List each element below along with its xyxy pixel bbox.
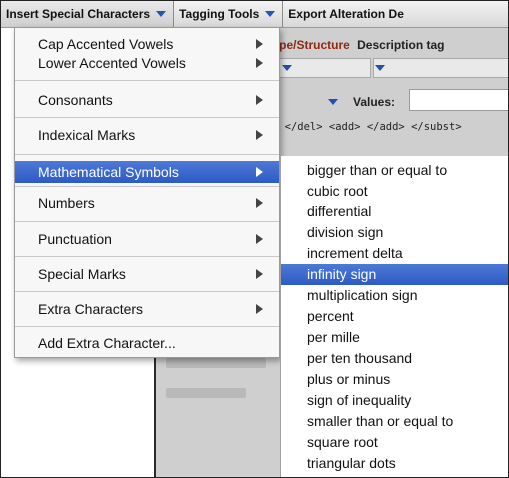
menu-divider [15,154,279,155]
menu-divider [15,221,279,222]
submenu-item-division-sign[interactable]: division sign [281,222,508,243]
submenu-item-multiplication-sign[interactable]: multiplication sign [281,285,508,306]
insert-special-characters-menu: Cap Accented Vowels Lower Accented Vowel… [14,27,280,358]
submenu-item-differential[interactable]: differential [281,201,508,222]
chevron-right-icon [256,95,263,105]
app-window: Insert Special Characters Tagging Tools … [0,0,509,478]
menu-item-label: Indexical Marks [38,127,136,143]
menu-divider [15,326,279,327]
submenu-item-square-root[interactable]: square root [281,432,508,453]
menu-item-indexical-marks[interactable]: Indexical Marks [15,124,279,146]
submenu-item-plus-or-minus[interactable]: plus or minus [281,369,508,390]
menu-item-label: Numbers [38,195,95,211]
menu-item-lower-accented-vowels[interactable]: Lower Accented Vowels [15,52,279,74]
menu-divider [15,256,279,257]
menu-item-consonants[interactable]: Consonants [15,89,279,111]
values-input[interactable] [409,89,508,111]
menu-label: Insert Special Characters [6,7,151,21]
menu-item-label: Punctuation [38,231,112,247]
chevron-right-icon [256,269,263,279]
menu-label: Export Alteration De [288,7,404,21]
menu-item-extra-characters[interactable]: Extra Characters [15,298,279,320]
menu-divider [15,186,279,187]
menu-item-label: Cap Accented Vowels [38,36,174,52]
submenu-item-cubic-root[interactable]: cubic root [281,181,508,202]
menu-item-label: Add Extra Character... [38,335,176,351]
submenu-item-per-mille[interactable]: per mille [281,327,508,348]
chevron-right-icon [256,304,263,314]
submenu-item-smaller-than-or-equal-to[interactable]: smaller than or equal to [281,411,508,432]
menu-item-numbers[interactable]: Numbers [15,192,279,214]
chevron-right-icon [256,58,263,68]
description-select[interactable] [373,58,508,78]
xml-snippet: > </del> <add> </add> </subst> [272,121,462,133]
submenu-item-bigger-than-or-equal-to[interactable]: bigger than or equal to [281,160,508,181]
menu-item-special-marks[interactable]: Special Marks [15,263,279,285]
chevron-down-icon [328,99,338,105]
menu-divider [15,291,279,292]
submenu-item-infinity-sign[interactable]: infinity sign [281,264,508,285]
menu-item-label: Mathematical Symbols [38,164,179,180]
menu-item-mathematical-symbols[interactable]: Mathematical Symbols [15,161,279,183]
chevron-down-icon [265,11,276,17]
chevron-right-icon [256,234,263,244]
chevron-right-icon [256,39,263,49]
submenu-item-triangular-dots[interactable]: triangular dots [281,453,508,474]
submenu-item-sign-of-inequality[interactable]: sign of inequality [281,390,508,411]
header-description-tag: Description tag [357,38,445,52]
menu-label: Tagging Tools [179,7,260,21]
menu-item-label: Consonants [38,92,113,108]
menu-tagging-tools[interactable]: Tagging Tools [174,1,284,27]
submenu-item-percent[interactable]: percent [281,306,508,327]
menu-divider [15,117,279,118]
chevron-right-icon [256,130,263,140]
chevron-down-icon [156,11,167,17]
menu-divider [15,80,279,81]
table-header: Type/Structure Description tag [266,38,445,52]
menu-item-punctuation[interactable]: Punctuation [15,228,279,250]
mathematical-symbols-submenu: bigger than or equal to cubic root diffe… [280,156,508,477]
menu-item-label: Extra Characters [38,301,144,317]
values-label: Values: [353,95,396,109]
menu-export-alteration[interactable]: Export Alteration De [283,1,411,27]
menu-insert-special-characters[interactable]: Insert Special Characters [1,1,175,27]
menu-item-label: Lower Accented Vowels [38,55,186,71]
chevron-right-icon [256,198,263,208]
menu-item-label: Special Marks [38,266,126,282]
menu-item-add-extra-character[interactable]: Add Extra Character... [15,332,279,354]
submenu-item-increment-delta[interactable]: increment delta [281,243,508,264]
chevron-down-icon [375,65,385,71]
submenu-item-per-ten-thousand[interactable]: per ten thousand [281,348,508,369]
chevron-down-icon [282,65,292,71]
chevron-right-icon [256,167,263,177]
menu-bar: Insert Special Characters Tagging Tools … [1,1,508,28]
